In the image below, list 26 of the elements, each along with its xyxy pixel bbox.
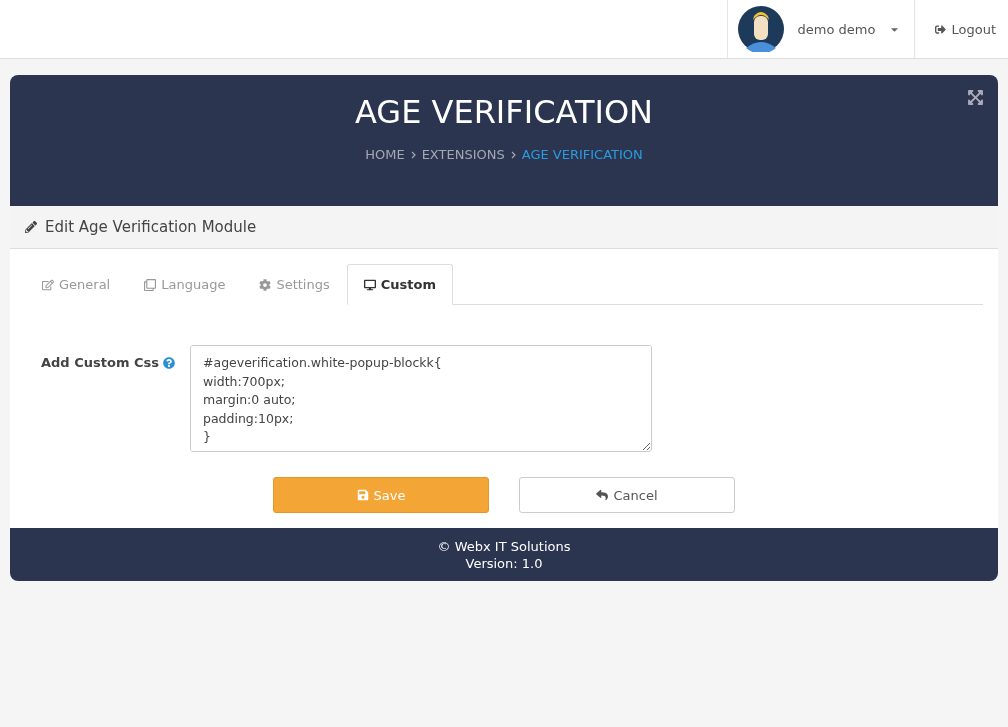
field-label: Add Custom Css [41, 345, 190, 452]
css-textarea[interactable]: #ageverification.white-popup-blockk{ width:700px; margin:0 auto; padding:10px; } [190, 345, 652, 452]
tab[interactable]: Custom [346, 264, 453, 305]
footer-text: Version: 1.0 [465, 556, 543, 571]
cancel-button[interactable]: Cancel [519, 477, 735, 513]
breadcrumb-link[interactable]: EXTENSIONS [421, 147, 505, 162]
chevron-icon [410, 150, 416, 159]
save-icon [356, 489, 369, 501]
help-icon[interactable] [162, 357, 175, 369]
breadcrumb-link[interactable]: HOME [365, 147, 405, 162]
footer-text: © Webx IT Solutions [437, 539, 571, 554]
monitor-icon [363, 278, 376, 291]
logout-link[interactable]: Logout [915, 0, 1008, 58]
page-title: AGE VERIFICATION [355, 93, 653, 131]
fullscreen-icon[interactable] [967, 89, 984, 106]
pages-icon [144, 278, 157, 291]
chevron-icon [510, 150, 516, 159]
reply-arrow-icon [596, 489, 609, 501]
avatar-icon [737, 6, 784, 52]
edit-icon [42, 278, 54, 291]
logout-icon [935, 23, 947, 35]
user-name[interactable]: demo demo [797, 21, 876, 37]
pencil-icon [25, 221, 37, 233]
breadcrumb-link[interactable]: AGE VERIFICATION [521, 147, 643, 162]
gear-icon [259, 278, 272, 291]
panel-title: Edit Age Verification Module [45, 218, 257, 236]
